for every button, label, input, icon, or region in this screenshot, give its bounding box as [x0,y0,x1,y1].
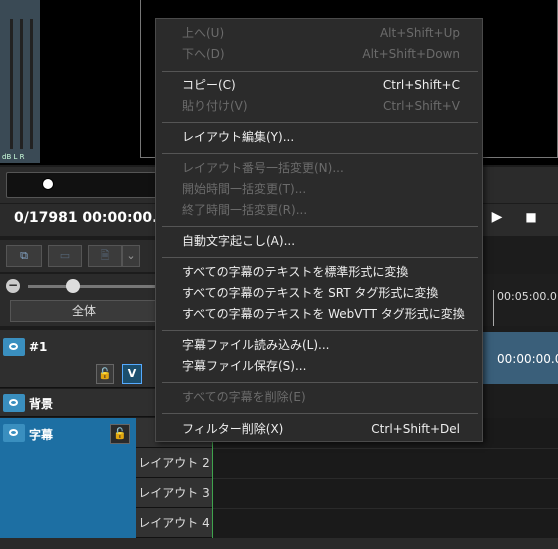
menu-item-label: 終了時間一括変更(R)... [182,203,308,217]
lock-icon[interactable]: 🔓 [96,364,114,384]
layout-row-4[interactable]: レイアウト 4 [136,508,212,538]
track-label: 字幕 [29,428,54,442]
add-track-icon: ⧉ [20,249,28,262]
track-label: #1 [29,340,48,354]
menu-separator [162,413,478,414]
add-file-button[interactable]: 🗎 [88,245,122,267]
zoom-out-icon[interactable]: − [6,279,20,293]
menu-item-auto-transcribe[interactable]: 自動文字起こし(A)... [182,231,472,251]
menu-item-label: 上へ(U) [182,26,225,40]
track-clip[interactable]: 00:00:00.00 [483,332,558,384]
stop-button[interactable]: ■ [520,206,542,228]
menu-item-move-up[interactable]: 上へ(U) Alt+Shift+Up [182,23,472,43]
divider [213,448,558,449]
layout-label: レイアウト 2 [138,456,210,470]
menu-item-batch-end-time[interactable]: 終了時間一括変更(R)... [182,200,472,220]
menu-item-convert-webvtt[interactable]: すべての字幕のテキストを WebVTT タグ形式に変換 [182,304,472,324]
menu-item-label: すべての字幕のテキストを WebVTT タグ形式に変換 [182,307,465,321]
menu-separator [162,330,478,331]
menu-item-delete-all-subtitles[interactable]: すべての字幕を削除(E) [182,387,472,407]
menu-item-label: 字幕ファイル保存(S)... [182,359,307,373]
menu-item-batch-start-time[interactable]: 開始時間一括変更(T)... [182,179,472,199]
menu-separator [162,382,478,383]
track-option-button[interactable]: ▭ [48,245,82,267]
seek-bar[interactable] [6,172,168,198]
play-button[interactable]: ▶ [486,206,508,228]
menu-item-label: フィルター削除(X) [182,422,284,436]
menu-item-move-down[interactable]: 下へ(D) Alt+Shift+Down [182,44,472,64]
menu-item-label: 開始時間一括変更(T)... [182,182,307,196]
track-header-background[interactable]: 背景 [0,389,160,417]
menu-separator [162,71,478,72]
add-track-button[interactable]: ⧉ [6,245,42,267]
menu-item-load-subtitle-file[interactable]: 字幕ファイル読み込み(L)... [182,335,472,355]
audio-meter: dB L R [0,0,40,163]
menu-item-convert-srt[interactable]: すべての字幕のテキストを SRT タグ形式に変換 [182,283,472,303]
clip-time: 00:00:00.00 [497,352,558,366]
meter-label: dB L R [2,153,25,161]
menu-item-label: 下へ(D) [182,47,225,61]
menu-item-copy[interactable]: コピー(C) Ctrl+Shift+C [182,75,472,95]
eye-icon[interactable] [3,338,25,356]
menu-item-shortcut: Alt+Shift+Down [362,47,460,61]
timecode-text: 0/17981 00:00:00.0 [14,210,168,226]
menu-item-label: 自動文字起こし(A)... [182,234,296,248]
menu-item-remove-filter[interactable]: フィルター削除(X) Ctrl+Shift+Del [182,419,472,439]
menu-item-label: コピー(C) [182,78,236,92]
menu-item-label: 字幕ファイル読み込み(L)... [182,338,330,352]
menu-separator [162,257,478,258]
menu-item-label: 貼り付け(V) [182,99,248,113]
menu-item-batch-layout-number[interactable]: レイアウト番号一括変更(N)... [182,158,472,178]
add-file-dropdown[interactable]: ⌄ [122,245,140,267]
bottom-scrollbar[interactable] [0,538,558,549]
menu-item-save-subtitle-file[interactable]: 字幕ファイル保存(S)... [182,356,472,376]
chevron-down-icon: ⌄ [126,249,136,262]
menu-separator [162,122,478,123]
zoom-slider-track[interactable] [28,285,158,288]
menu-item-shortcut: Ctrl+Shift+Del [371,422,460,436]
menu-item-convert-standard[interactable]: すべての字幕のテキストを標準形式に変換 [182,262,472,282]
layout-row-2[interactable]: レイアウト 2 [136,448,212,478]
menu-item-label: すべての字幕を削除(E) [182,390,306,404]
file-add-icon: 🗎 [100,249,110,262]
menu-separator [162,226,478,227]
eye-icon[interactable] [3,424,25,442]
eye-icon[interactable] [3,394,25,412]
menu-item-shortcut: Ctrl+Shift+C [382,78,460,92]
zoom-slider-knob[interactable] [66,279,80,293]
zoom-all-button[interactable]: 全体 [10,300,158,322]
menu-item-label: すべての字幕のテキストを標準形式に変換 [182,265,409,279]
seek-knob[interactable] [42,178,54,190]
layout-row-3[interactable]: レイアウト 3 [136,478,212,508]
lock-icon[interactable]: 🔓 [110,424,130,444]
menu-item-paste[interactable]: 貼り付け(V) Ctrl+Shift+V [182,96,472,116]
layout-label: レイアウト 3 [138,486,210,500]
ruler-tick [493,290,494,326]
context-menu: 上へ(U) Alt+Shift+Up 下へ(D) Alt+Shift+Down コピ… [155,18,483,442]
track-label: 背景 [29,397,54,411]
layout-label: レイアウト 4 [138,516,210,530]
video-toggle-button[interactable]: V [122,364,142,384]
menu-item-label: レイアウト編集(Y)... [182,130,295,144]
frame-icon: ▭ [59,249,71,262]
menu-item-label: すべての字幕のテキストを SRT タグ形式に変換 [182,286,439,300]
divider [213,508,558,509]
ruler-time-label: 00:05:00.0 [497,290,557,303]
menu-item-edit-layout[interactable]: レイアウト編集(Y)... [182,127,472,147]
menu-separator [162,153,478,154]
timecode-display: 0/17981 00:00:00.0 [0,204,167,236]
menu-item-label: レイアウト番号一括変更(N)... [182,161,344,175]
divider [213,478,558,479]
menu-item-shortcut: Ctrl+Shift+V [383,99,460,113]
menu-item-shortcut: Alt+Shift+Up [379,26,460,40]
